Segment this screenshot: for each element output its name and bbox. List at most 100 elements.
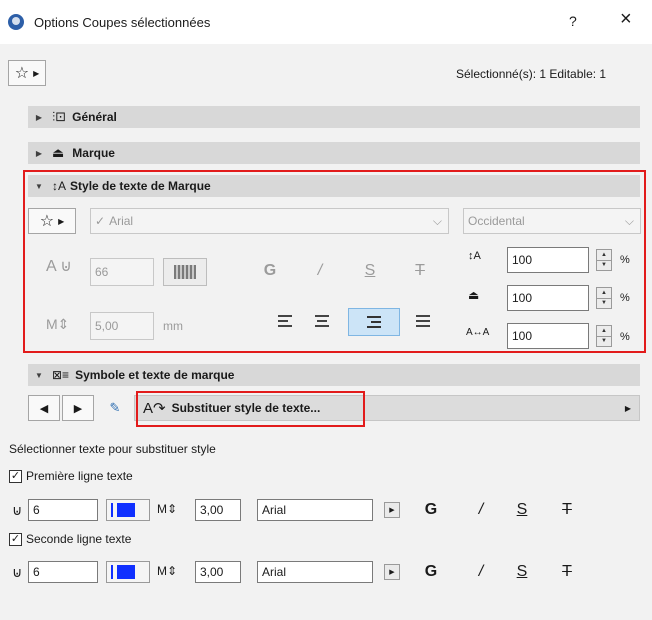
percent-label: % <box>620 331 630 343</box>
script-select[interactable]: Occidental ⌵ <box>463 208 641 234</box>
section-symbole-label: Symbole et texte de marque <box>75 368 235 382</box>
bold-toggle[interactable]: G <box>252 262 288 280</box>
line2-size-value: 3,00 <box>200 565 224 579</box>
text-size-icon: M⇕ <box>46 316 70 332</box>
line1-pen-input[interactable]: 6 <box>28 499 98 521</box>
instruction-text: Sélectionner texte pour substituer style <box>9 442 216 456</box>
title-bar: Options Coupes sélectionnées ? × <box>0 0 652 44</box>
char-width-input[interactable]: 100 <box>507 285 589 311</box>
font-select-value: Arial <box>109 214 134 228</box>
arrow-left-icon: ◀ <box>39 402 49 415</box>
section-symbole[interactable]: ▼ ⊠≡ Symbole et texte de marque <box>28 364 640 386</box>
char-width-value: 100 <box>512 291 533 305</box>
line-spacing-icon: ↕A <box>468 250 481 262</box>
line2-bold-toggle[interactable]: G <box>413 563 449 581</box>
italic-toggle[interactable]: / <box>302 262 338 280</box>
arrow-right-icon: ▶ <box>624 403 631 413</box>
underline-toggle[interactable]: S <box>352 262 388 280</box>
help-button[interactable]: ? <box>569 13 577 29</box>
size-unit-label: mm <box>163 319 183 333</box>
section-style-texte[interactable]: ▼ ↕A Style de texte de Marque <box>28 175 640 197</box>
pen-number-value: 66 <box>95 265 109 279</box>
line2-font-select[interactable]: Arial <box>257 561 373 583</box>
dialog-content: ☆ ▶ Sélectionné(s): 1 Editable: 1 ▶ ⫶⊡ G… <box>0 44 652 620</box>
line2-color-swatch[interactable] <box>106 561 150 583</box>
second-line-checkbox[interactable]: ✓ Seconde ligne texte <box>9 532 131 546</box>
line1-bold-toggle[interactable]: G <box>413 501 449 519</box>
next-button[interactable]: ▶ <box>62 395 94 421</box>
line2-underline-toggle[interactable]: S <box>504 563 540 581</box>
pen-number-input[interactable]: 66 <box>90 258 154 286</box>
expand-arrow-icon: ▶ <box>35 112 43 122</box>
pen-icon: ⊍ <box>12 564 23 580</box>
line2-strike-toggle[interactable]: T <box>549 563 585 581</box>
strikethrough-toggle[interactable]: T <box>402 262 438 280</box>
font-select[interactable]: ✓ Arial ⌵ <box>90 208 449 234</box>
dialog-window: Options Coupes sélectionnées ? × ☆ ▶ Sél… <box>0 0 652 620</box>
line2-font-menu-button[interactable]: ▶ <box>384 564 400 580</box>
text-size-icon: M⇕ <box>157 502 178 516</box>
arrow-right-icon: ▶ <box>389 569 395 576</box>
align-left-button[interactable] <box>270 308 300 334</box>
star-icon: ☆ <box>39 213 55 230</box>
line-spacing-value: 100 <box>512 253 533 267</box>
line1-color-swatch[interactable] <box>106 499 150 521</box>
section-marque[interactable]: ▶ ⏏ Marque <box>28 142 640 164</box>
line1-strike-toggle[interactable]: T <box>549 501 585 519</box>
section-general-label: Général <box>72 110 117 124</box>
text-size-input[interactable]: 5,00 <box>90 312 154 340</box>
edit-text-button[interactable]: ✎ <box>100 395 130 421</box>
second-line-label: Seconde ligne texte <box>26 532 132 546</box>
line1-underline-toggle[interactable]: S <box>504 501 540 519</box>
char-spacing-stepper[interactable]: ▲ ▼ <box>596 325 612 347</box>
checkbox-checked[interactable]: ✓ <box>9 532 22 546</box>
checkbox-checked[interactable]: ✓ <box>9 469 22 483</box>
style-favorites-button[interactable]: ☆ ▶ <box>28 208 76 234</box>
char-spacing-value: 100 <box>512 329 533 343</box>
align-center-icon <box>315 315 329 327</box>
line1-size-value: 3,00 <box>200 503 224 517</box>
symbol-icon: ⊠≡ <box>52 368 70 382</box>
section-general[interactable]: ▶ ⫶⊡ Général <box>28 106 640 128</box>
general-icon: ⫶⊡ <box>52 109 67 124</box>
char-spacing-input[interactable]: 100 <box>507 323 589 349</box>
line-spacing-input[interactable]: 100 <box>507 247 589 273</box>
line-spacing-stepper[interactable]: ▲ ▼ <box>596 249 612 271</box>
line1-size-input[interactable]: 3,00 <box>195 499 241 521</box>
line2-pen-input[interactable]: 6 <box>28 561 98 583</box>
arrow-right-icon: ▶ <box>33 68 40 78</box>
line1-font-menu-button[interactable]: ▶ <box>384 502 400 518</box>
section-marque-label: Marque <box>72 146 115 160</box>
prev-button[interactable]: ◀ <box>28 395 60 421</box>
first-line-checkbox[interactable]: ✓ Première ligne texte <box>9 469 133 483</box>
line2-font-value: Arial <box>262 565 287 579</box>
collapse-arrow-icon: ▼ <box>35 181 43 191</box>
selection-status: Sélectionné(s): 1 Editable: 1 <box>456 67 607 81</box>
line1-font-value: Arial <box>262 503 287 517</box>
line2-size-input[interactable]: 3,00 <box>195 561 241 583</box>
align-justify-button[interactable] <box>408 308 438 334</box>
align-right-icon <box>367 316 381 328</box>
window-title: Options Coupes sélectionnées <box>34 14 211 30</box>
arrow-right-icon: ▶ <box>73 402 83 415</box>
line1-font-select[interactable]: Arial <box>257 499 373 521</box>
chevron-down-icon: ⌵ <box>624 213 634 228</box>
app-icon <box>8 14 24 30</box>
line1-italic-toggle[interactable]: / <box>463 501 499 519</box>
align-justify-icon <box>416 315 430 327</box>
percent-label: % <box>620 292 630 304</box>
align-center-button[interactable] <box>307 308 337 334</box>
pen-color-swatch[interactable] <box>163 258 207 286</box>
align-right-button[interactable] <box>348 308 400 336</box>
check-icon: ✓ <box>95 214 106 228</box>
text-size-icon: M⇕ <box>157 564 178 578</box>
char-width-stepper[interactable]: ▲ ▼ <box>596 287 612 309</box>
char-width-icon: ⏏ <box>468 288 480 302</box>
chevron-down-icon: ⌵ <box>432 213 442 228</box>
star-icon: ☆ <box>14 65 30 82</box>
line2-italic-toggle[interactable]: / <box>463 563 499 581</box>
favorites-button[interactable]: ☆ ▶ <box>8 60 46 86</box>
highlight-substitute <box>136 391 365 427</box>
close-button[interactable]: × <box>620 9 632 29</box>
section-style-label: Style de texte de Marque <box>70 179 211 193</box>
